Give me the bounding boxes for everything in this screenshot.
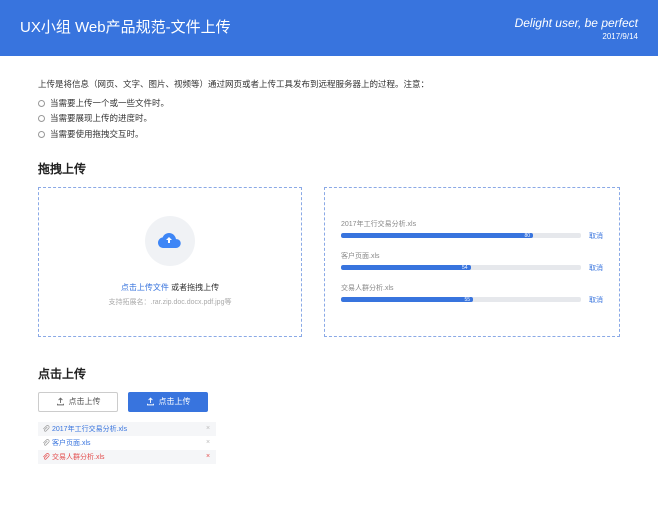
progress-filename: 2017年工行交易分析.xls [341,219,603,229]
cancel-link[interactable]: 取消 [589,231,603,241]
progress-pct: 54 [462,265,468,270]
intro-text: 上传是将信息（网页、文字、图片、视频等）通过网页或者上传工具发布到远程服务器上的… [38,78,620,90]
drop-zone-hint: 支持拓展名：.rar.zip.doc.docx.pdf.jpg等 [109,297,232,307]
upload-icon [146,397,155,406]
bullet-item: 当需要使用拖拽交互时。 [38,127,620,142]
paperclip-icon [42,453,52,461]
file-name[interactable]: 交易人群分析.xls [52,452,204,462]
section-title-click: 点击上传 [38,365,620,382]
section-title-drag: 拖拽上传 [38,160,620,177]
close-icon[interactable]: × [204,425,212,432]
progress-bar: 80 [341,233,581,238]
bullet-item: 当需要上传一个或一些文件时。 [38,96,620,111]
progress-bar: 55 [341,297,581,302]
bullet-item: 当需要展现上传的进度时。 [38,111,620,126]
uploaded-file-list: 2017年工行交易分析.xls × 客户页面.xls × 交易人群分析.xls … [38,422,216,464]
header-date: 2017/9/14 [515,32,638,41]
file-row: 2017年工行交易分析.xls × [38,422,216,436]
file-name[interactable]: 2017年工行交易分析.xls [52,424,204,434]
upload-button-outline[interactable]: 点击上传 [38,392,118,412]
progress-filename: 客户页面.xls [341,251,603,261]
close-icon[interactable]: × [204,439,212,446]
cancel-link[interactable]: 取消 [589,263,603,273]
drop-zone[interactable]: 点击上传文件 或者拖拽上传 支持拓展名：.rar.zip.doc.docx.pd… [38,187,302,337]
upload-link[interactable]: 点击上传文件 [121,283,169,292]
page-header: UX小组 Web产品规范-文件上传 Delight user, be perfe… [0,0,658,56]
file-row: 交易人群分析.xls × [38,450,216,464]
close-icon[interactable]: × [204,453,212,460]
upload-button-primary[interactable]: 点击上传 [128,392,208,412]
progress-pct: 80 [524,233,530,238]
page-title: UX小组 Web产品规范-文件上传 [20,16,231,37]
drop-zone-text: 点击上传文件 或者拖拽上传 [121,282,219,293]
file-name[interactable]: 客户页面.xls [52,438,204,448]
progress-filename: 交易人群分析.xls [341,283,603,293]
paperclip-icon [42,425,52,433]
cancel-link[interactable]: 取消 [589,295,603,305]
file-row: 客户页面.xls × [38,436,216,450]
upload-icon [56,397,65,406]
progress-item: 交易人群分析.xls 55 取消 [341,283,603,305]
cloud-upload-icon [145,216,195,266]
intro-bullets: 当需要上传一个或一些文件时。 当需要展现上传的进度时。 当需要使用拖拽交互时。 [38,96,620,142]
progress-bar: 54 [341,265,581,270]
progress-item: 2017年工行交易分析.xls 80 取消 [341,219,603,241]
progress-pct: 55 [464,297,470,302]
header-slogan: Delight user, be perfect [515,16,638,30]
progress-item: 客户页面.xls 54 取消 [341,251,603,273]
paperclip-icon [42,439,52,447]
upload-progress-panel: 2017年工行交易分析.xls 80 取消 客户页面.xls 54 取消 交易人… [324,187,620,337]
